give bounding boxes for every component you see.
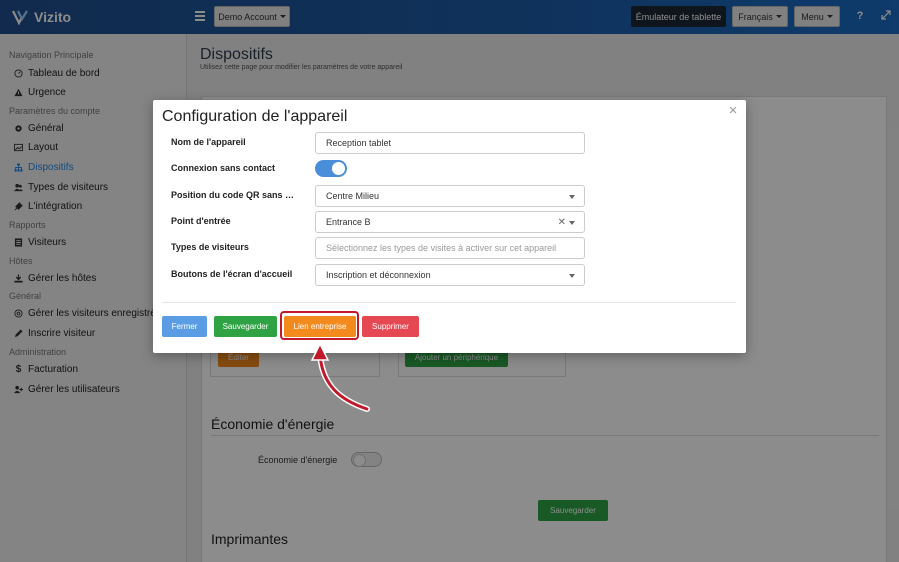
device-name-input[interactable]: Reception tablet bbox=[315, 132, 585, 154]
device-name-value: Reception tablet bbox=[326, 138, 392, 148]
qr-position-select[interactable]: Centre Milieu bbox=[315, 185, 585, 207]
modal-divider bbox=[162, 302, 736, 303]
contactless-toggle[interactable] bbox=[315, 160, 347, 177]
device-config-modal: Configuration de l'appareil × Nom de l'a… bbox=[153, 100, 746, 353]
visitor-types-label: Types de visiteurs bbox=[171, 242, 249, 252]
save-button[interactable]: Sauvegarder bbox=[214, 316, 277, 337]
home-buttons-value: Inscription et déconnexion bbox=[326, 270, 431, 280]
entry-point-value: Entrance B bbox=[326, 217, 371, 227]
modal-title: Configuration de l'appareil bbox=[162, 108, 348, 125]
device-name-label: Nom de l'appareil bbox=[171, 137, 246, 147]
contactless-label: Connexion sans contact bbox=[171, 163, 276, 173]
home-buttons-select[interactable]: Inscription et déconnexion bbox=[315, 264, 585, 286]
clear-icon[interactable]: ✕ bbox=[558, 217, 566, 228]
qr-position-label: Position du code QR sans contact bbox=[171, 190, 295, 200]
chevron-down-icon bbox=[569, 221, 575, 225]
visitor-types-placeholder: Sélectionnez les types de visites à acti… bbox=[326, 243, 557, 253]
delete-button[interactable]: Supprimer bbox=[362, 316, 419, 337]
chevron-down-icon bbox=[569, 274, 575, 278]
close-button[interactable]: Fermer bbox=[162, 316, 207, 337]
chevron-down-icon bbox=[569, 195, 575, 199]
entry-point-label: Point d'entrée bbox=[171, 216, 231, 226]
close-icon[interactable]: × bbox=[726, 103, 740, 119]
entry-point-select[interactable]: Entrance B ✕ bbox=[315, 211, 585, 233]
annotation-arrow-icon bbox=[310, 342, 370, 412]
visitor-types-multiselect[interactable]: Sélectionnez les types de visites à acti… bbox=[315, 237, 585, 259]
home-buttons-label: Boutons de l'écran d'accueil bbox=[171, 269, 293, 279]
qr-position-value: Centre Milieu bbox=[326, 191, 380, 201]
highlight-box bbox=[280, 311, 359, 340]
